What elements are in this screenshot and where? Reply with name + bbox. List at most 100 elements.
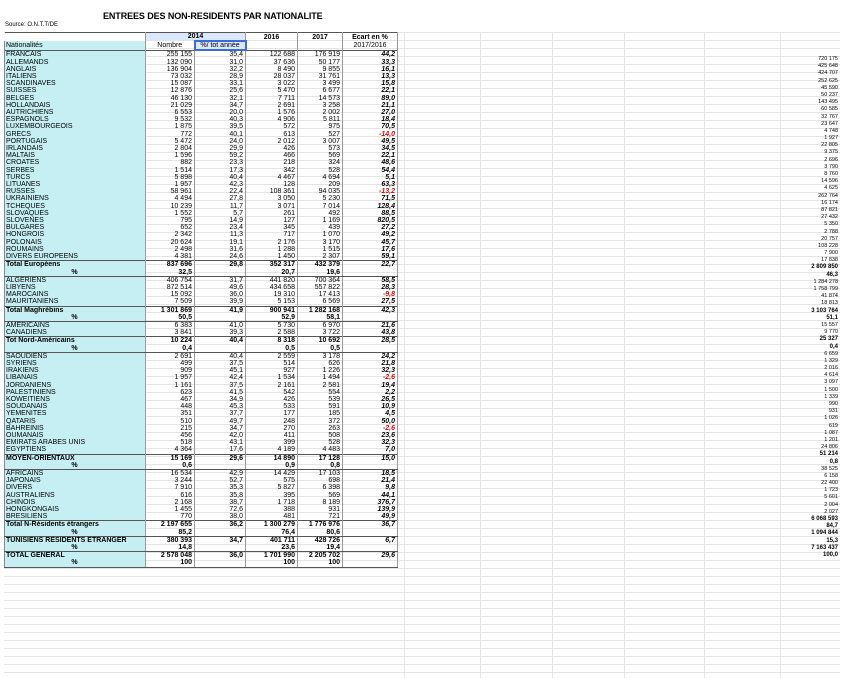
pct-2014-cell[interactable]: 24,0 <box>194 137 246 146</box>
nombre-2014-cell[interactable]: 2 342 <box>145 231 195 239</box>
side-value-cell[interactable]: 2 016 <box>782 365 838 372</box>
ecart-cell[interactable]: 16,1 <box>342 65 398 74</box>
nationality-cell[interactable]: % <box>4 559 146 568</box>
pct-2014-cell[interactable]: 31,6 <box>194 245 246 254</box>
side-value-cell[interactable]: 5 350 <box>782 221 838 228</box>
pct-2014-cell[interactable]: 72,6 <box>194 506 246 514</box>
nombre-2014-cell[interactable]: 2 804 <box>145 145 195 153</box>
nombre-2014-cell[interactable]: 1 596 <box>145 152 195 160</box>
value-2016-cell[interactable]: 426 <box>245 395 298 404</box>
nombre-2014-cell[interactable]: 0,4 <box>145 344 195 353</box>
value-2017-cell[interactable]: 428 726 <box>297 535 343 545</box>
ecart-cell[interactable]: 22,1 <box>342 152 398 160</box>
value-2016-cell[interactable]: 717 <box>245 231 298 239</box>
ecart-cell[interactable]: 32,3 <box>342 367 398 375</box>
value-2016-cell[interactable]: 270 <box>245 424 298 432</box>
nationality-cell[interactable]: Tot Nord-Américains <box>4 336 146 345</box>
ecart-cell[interactable]: 36,7 <box>342 520 398 529</box>
side-value-cell[interactable]: 720 175 <box>782 56 838 63</box>
nombre-2014-cell[interactable]: 872 514 <box>145 283 195 292</box>
value-2017-cell[interactable]: 1 515 <box>297 245 343 254</box>
value-2016-cell[interactable]: 2 161 <box>245 381 298 389</box>
value-2017-cell[interactable]: 3 178 <box>297 352 343 360</box>
value-2017-cell[interactable]: 528 <box>297 439 343 447</box>
pct-2014-cell[interactable]: 36,0 <box>194 551 246 560</box>
pct-2014-cell[interactable]: 43,1 <box>194 439 246 447</box>
pct-2014-cell[interactable]: 42,4 <box>194 374 246 382</box>
value-2017-cell[interactable]: 3 258 <box>297 101 343 110</box>
value-2017-cell[interactable]: 528 <box>297 166 343 174</box>
value-2016-cell[interactable]: 261 <box>245 209 298 218</box>
ecart-cell[interactable]: 7,0 <box>342 446 398 455</box>
value-2016-cell[interactable]: 37 636 <box>245 58 298 66</box>
pct-2014-cell[interactable]: 37,5 <box>194 359 246 368</box>
nationality-cell[interactable]: CANADIENS <box>4 329 146 337</box>
nombre-2014-cell[interactable]: 1 301 869 <box>145 305 195 314</box>
value-2016-cell[interactable]: 575 <box>245 477 298 485</box>
ecart-cell[interactable]: 28,5 <box>342 336 398 345</box>
side-value-cell[interactable]: 9 770 <box>782 329 838 336</box>
nationality-cell[interactable]: BRESILIENS <box>4 513 146 521</box>
header-pct-tot-annee[interactable]: %/ tot année <box>193 40 247 52</box>
value-2017-cell[interactable]: 10 692 <box>297 336 343 345</box>
nationality-cell[interactable]: SLOVENES <box>4 217 146 225</box>
pct-2014-cell[interactable]: 35,3 <box>194 484 246 492</box>
value-2017-cell[interactable]: 6 398 <box>297 484 343 492</box>
side-value-cell[interactable]: 3 097 <box>782 379 838 386</box>
side-value-cell[interactable]: 1 284 278 <box>782 279 838 286</box>
pct-2014-cell[interactable]: 34,7 <box>194 101 246 110</box>
value-2017-cell[interactable]: 3 722 <box>297 329 343 337</box>
nombre-2014-cell[interactable]: 32,5 <box>145 268 195 277</box>
value-2017-cell[interactable]: 19,4 <box>297 544 343 553</box>
value-2016-cell[interactable]: 1 450 <box>245 253 298 261</box>
nombre-2014-cell[interactable]: 2 691 <box>145 352 195 360</box>
value-2017-cell[interactable]: 14 573 <box>297 94 343 102</box>
nationality-cell[interactable]: SYRIENS <box>4 359 146 368</box>
nombre-2014-cell[interactable]: 3 244 <box>145 477 195 485</box>
nationality-cell[interactable]: AMERICAINS <box>4 321 146 330</box>
pct-2014-cell[interactable]: 29,6 <box>194 453 246 462</box>
value-2016-cell[interactable]: 23,6 <box>245 544 298 553</box>
nationality-cell[interactable]: DIVERS <box>4 484 146 492</box>
pct-2014-cell[interactable]: 42,3 <box>194 181 246 189</box>
pct-2014-cell[interactable]: 32,2 <box>194 65 246 74</box>
value-2017-cell[interactable]: 492 <box>297 209 343 218</box>
value-2016-cell[interactable]: 76,4 <box>245 528 298 537</box>
value-2016-cell[interactable]: 218 <box>245 159 298 167</box>
ecart-cell[interactable]: 4,5 <box>342 410 398 418</box>
value-2016-cell[interactable]: 108 361 <box>245 188 298 196</box>
ecart-cell[interactable]: 24,2 <box>342 352 398 360</box>
nombre-2014-cell[interactable]: 467 <box>145 395 195 404</box>
nationality-cell[interactable]: FRANCAIS <box>4 49 146 59</box>
pct-2014-cell[interactable]: 38,7 <box>194 498 246 506</box>
pct-2014-cell[interactable]: 34,7 <box>194 535 246 545</box>
value-2017-cell[interactable]: 721 <box>297 513 343 521</box>
side-value-cell[interactable]: 1 087 <box>782 430 838 437</box>
pct-2014-cell[interactable]: 37,7 <box>194 410 246 418</box>
value-2016-cell[interactable]: 466 <box>245 152 298 160</box>
pct-2014-cell[interactable]: 22,4 <box>194 188 246 196</box>
pct-2014-cell[interactable]: 40,1 <box>194 130 246 138</box>
side-value-cell[interactable]: 51,1 <box>782 315 838 322</box>
nationality-cell[interactable]: BELGES <box>4 94 146 102</box>
nombre-2014-cell[interactable]: 7 910 <box>145 484 195 492</box>
value-2017-cell[interactable]: 569 <box>297 152 343 160</box>
nationality-cell[interactable]: MALTAIS <box>4 152 146 160</box>
ecart-cell[interactable]: 48,6 <box>342 159 398 167</box>
ecart-cell[interactable]: 21,8 <box>342 359 398 368</box>
value-2017-cell[interactable]: 3 007 <box>297 137 343 146</box>
value-2016-cell[interactable]: 533 <box>245 403 298 411</box>
ecart-cell[interactable]: 15,8 <box>342 80 398 88</box>
value-2017-cell[interactable]: 5 811 <box>297 116 343 124</box>
side-value-cell[interactable]: 0,8 <box>782 459 838 466</box>
nationality-cell[interactable]: BAHREINIS <box>4 424 146 432</box>
ecart-cell[interactable]: 6,7 <box>342 535 398 545</box>
nombre-2014-cell[interactable]: 2 578 048 <box>145 551 195 560</box>
side-value-cell[interactable]: 1 927 <box>782 135 838 142</box>
side-value-cell[interactable]: 1 329 <box>782 358 838 365</box>
nombre-2014-cell[interactable]: 510 <box>145 417 195 425</box>
nationality-cell[interactable]: % <box>4 544 146 553</box>
ecart-cell[interactable]: 13,3 <box>342 73 398 81</box>
value-2016-cell[interactable]: 426 <box>245 145 298 153</box>
nombre-2014-cell[interactable]: 882 <box>145 159 195 167</box>
